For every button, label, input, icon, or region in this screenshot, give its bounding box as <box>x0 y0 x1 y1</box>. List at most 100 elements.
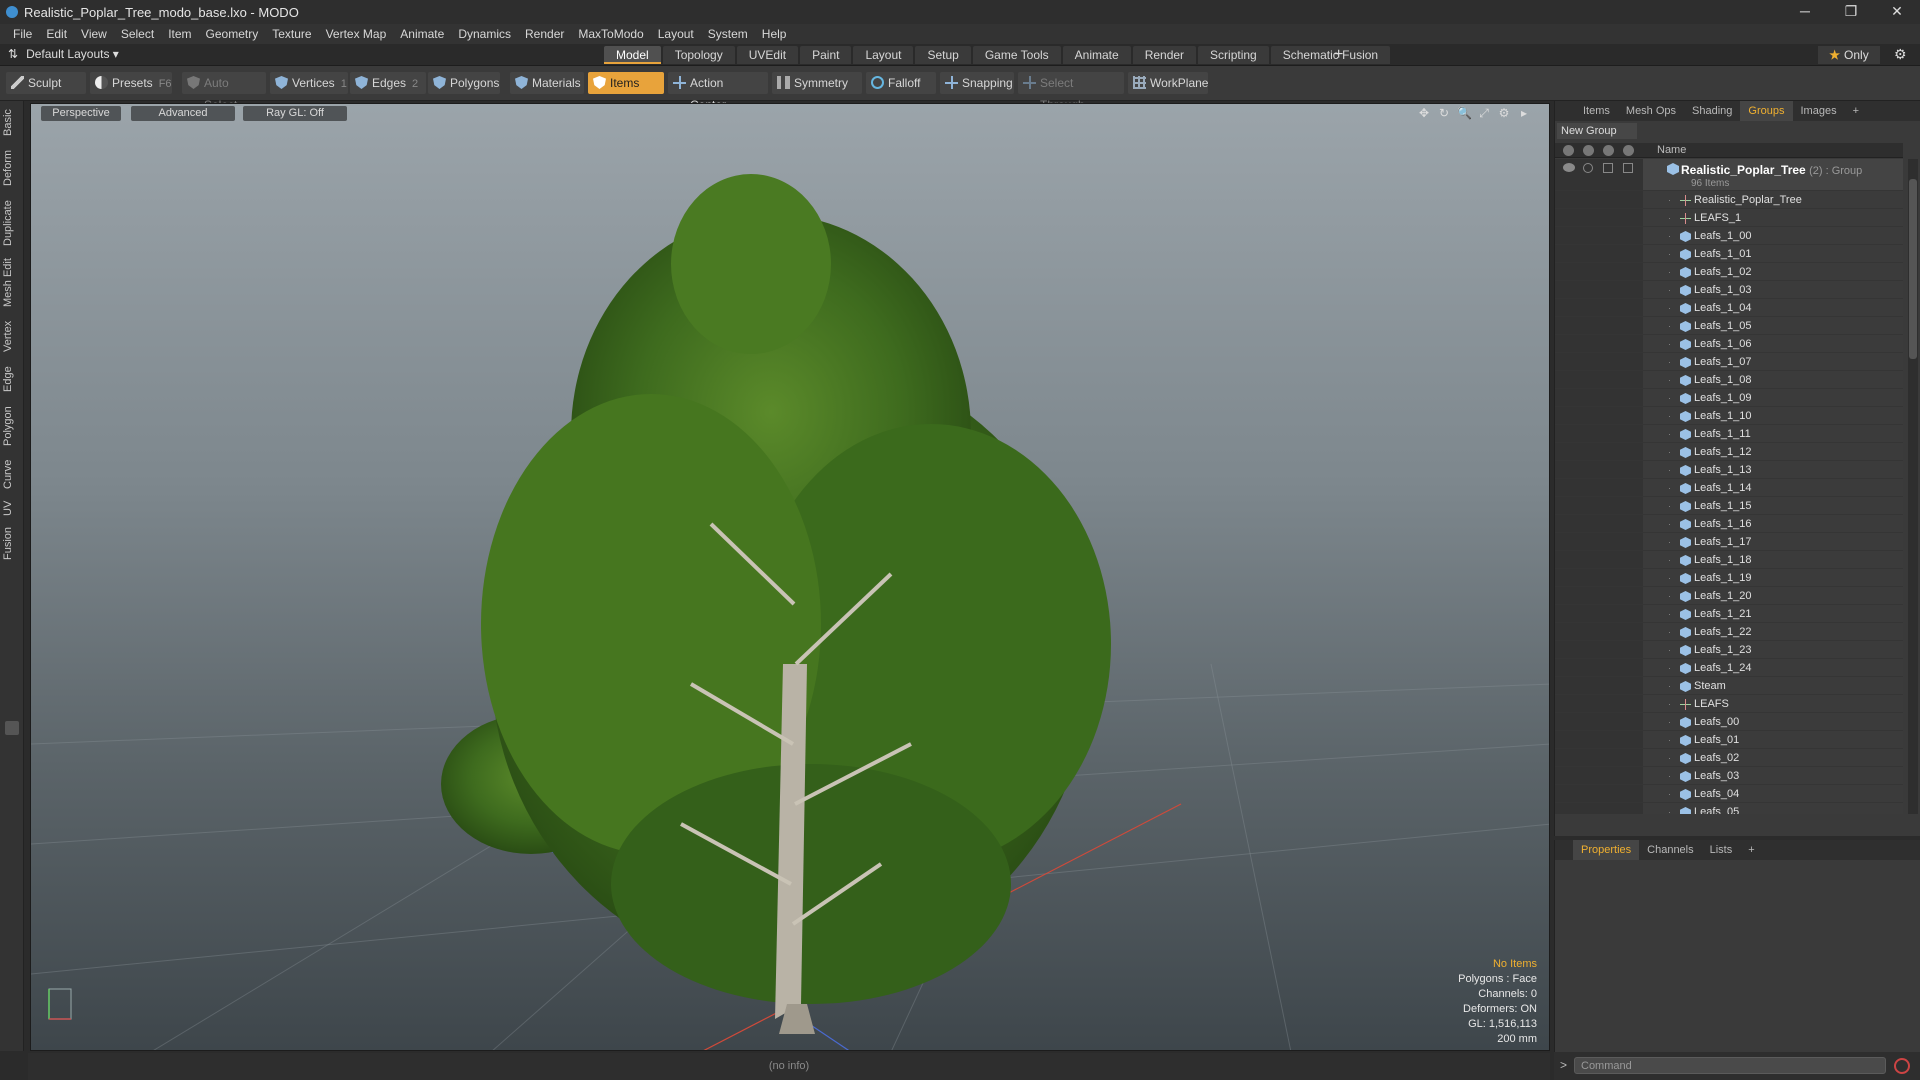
tab-curve[interactable]: Curve <box>2 455 22 493</box>
only-toggle-button[interactable]: ★ Only <box>1818 46 1880 64</box>
list-item[interactable]: · Leafs_03 <box>1555 767 1903 785</box>
groups-tree-list[interactable]: Realistic_Poplar_Tree (2) : Group 96 Ite… <box>1555 159 1903 814</box>
list-item[interactable]: · Leafs_1_24 <box>1555 659 1903 677</box>
view-mode-button[interactable]: Perspective <box>41 106 121 121</box>
tab-schematic-fusion[interactable]: Schematic Fusion <box>1270 46 1391 64</box>
menu-texture[interactable]: Texture <box>265 27 318 41</box>
layout-dropdown[interactable]: ⇅ Default Layouts ▾ <box>8 47 119 61</box>
tab-groups[interactable]: Groups <box>1740 101 1793 121</box>
menu-item[interactable]: Item <box>161 27 198 41</box>
tab-topology[interactable]: Topology <box>662 46 735 64</box>
list-item[interactable]: · Leafs_1_02 <box>1555 263 1903 281</box>
menu-system[interactable]: System <box>701 27 755 41</box>
lock-checkbox[interactable] <box>1603 163 1613 173</box>
list-item[interactable]: · Leafs_1_00 <box>1555 227 1903 245</box>
polygons-button[interactable]: Polygons <box>428 72 500 94</box>
tab-scripting[interactable]: Scripting <box>1198 46 1269 64</box>
tab-channels[interactable]: Channels <box>1639 840 1701 860</box>
menu-animate[interactable]: Animate <box>393 27 451 41</box>
auto-select-button[interactable]: Auto Select <box>182 72 266 112</box>
list-item[interactable]: · Leafs_1_05 <box>1555 317 1903 335</box>
vertices-button[interactable]: Vertices 1 <box>270 72 348 94</box>
list-item[interactable]: · Leafs_1_16 <box>1555 515 1903 533</box>
list-item[interactable]: · Leafs_1_03 <box>1555 281 1903 299</box>
add-panel-tab-icon[interactable]: + <box>1845 101 1867 121</box>
tab-fusion[interactable]: Fusion <box>2 523 22 563</box>
viewport-expand-icon[interactable]: ▸ <box>1517 106 1531 120</box>
list-item[interactable]: · Leafs_1_23 <box>1555 641 1903 659</box>
list-item[interactable]: · Leafs_1_12 <box>1555 443 1903 461</box>
raygl-button[interactable]: Ray GL: Off <box>243 106 347 121</box>
tab-items[interactable]: Items <box>1575 101 1618 121</box>
list-item[interactable]: · Realistic_Poplar_Tree <box>1555 191 1903 209</box>
menu-render[interactable]: Render <box>518 27 571 41</box>
shading-mode-button[interactable]: Advanced <box>131 106 235 121</box>
stop-command-icon[interactable] <box>1894 1058 1910 1074</box>
snapping-button[interactable]: Snapping <box>940 72 1014 94</box>
list-item[interactable]: · Leafs_1_11 <box>1555 425 1903 443</box>
select-column-icon[interactable] <box>1623 145 1634 156</box>
command-input[interactable] <box>1574 1057 1886 1074</box>
rotate-icon[interactable]: ↻ <box>1437 106 1451 120</box>
list-item[interactable]: · Leafs_00 <box>1555 713 1903 731</box>
tab-polygon[interactable]: Polygon <box>2 401 22 451</box>
render-column-icon[interactable] <box>1583 145 1594 156</box>
viewport-settings-icon[interactable]: ⚙ <box>1497 106 1511 120</box>
tab-uv[interactable]: UV <box>2 497 22 519</box>
list-item[interactable]: · Leafs_1_09 <box>1555 389 1903 407</box>
eye-icon[interactable] <box>1563 163 1575 172</box>
list-item[interactable]: · Leafs_1_20 <box>1555 587 1903 605</box>
select-through-button[interactable]: Select Through <box>1018 72 1124 112</box>
menu-geometry[interactable]: Geometry <box>199 27 266 41</box>
menu-vertex-map[interactable]: Vertex Map <box>319 27 394 41</box>
render-toggle-icon[interactable] <box>1583 163 1593 173</box>
list-item[interactable]: · Leafs_1_04 <box>1555 299 1903 317</box>
visibility-column-icon[interactable] <box>1563 145 1574 156</box>
list-item[interactable]: · Steam <box>1555 677 1903 695</box>
tab-game-tools[interactable]: Game Tools <box>972 46 1061 64</box>
panel-toggle-button[interactable] <box>5 721 19 735</box>
name-column-header[interactable]: Name <box>1657 144 1686 156</box>
menu-view[interactable]: View <box>74 27 114 41</box>
presets-button[interactable]: Presets F6 <box>90 72 172 94</box>
tab-vertex[interactable]: Vertex <box>2 315 22 357</box>
menu-edit[interactable]: Edit <box>39 27 74 41</box>
list-item[interactable]: · Leafs_1_17 <box>1555 533 1903 551</box>
tab-mesh-edit[interactable]: Mesh Edit <box>2 255 22 311</box>
list-item[interactable]: · Leafs_1_15 <box>1555 497 1903 515</box>
tab-duplicate[interactable]: Duplicate <box>2 195 22 251</box>
tab-uvedit[interactable]: UVEdit <box>736 46 799 64</box>
items-button[interactable]: Items <box>588 72 664 94</box>
tab-shading[interactable]: Shading <box>1684 101 1740 121</box>
list-item[interactable]: · Leafs_1_07 <box>1555 353 1903 371</box>
list-item[interactable]: · Leafs_1_13 <box>1555 461 1903 479</box>
list-item[interactable]: · LEAFS_1 <box>1555 209 1903 227</box>
list-item[interactable]: · Leafs_1_21 <box>1555 605 1903 623</box>
menu-file[interactable]: File <box>6 27 39 41</box>
add-properties-tab-icon[interactable]: + <box>1740 840 1762 860</box>
list-item[interactable]: · Leafs_1_14 <box>1555 479 1903 497</box>
group-row[interactable]: Realistic_Poplar_Tree (2) : Group 96 Ite… <box>1555 159 1903 191</box>
tab-edge[interactable]: Edge <box>2 361 22 397</box>
3d-viewport[interactable]: Perspective Advanced Ray GL: Off ✥ ↻ 🔍 ⤢… <box>30 103 1550 1051</box>
tab-paint[interactable]: Paint <box>800 46 852 64</box>
tab-basic[interactable]: Basic <box>2 105 22 141</box>
list-item[interactable]: · Leafs_1_18 <box>1555 551 1903 569</box>
menu-help[interactable]: Help <box>755 27 794 41</box>
zoom-icon[interactable]: 🔍 <box>1457 106 1472 120</box>
gear-icon[interactable]: ⚙ <box>1894 46 1907 63</box>
action-center-button[interactable]: Action Center <box>668 72 768 112</box>
minimize-button[interactable]: ─ <box>1782 0 1828 24</box>
menu-maxtomodo[interactable]: MaxToModo <box>571 27 650 41</box>
tab-images[interactable]: Images <box>1793 101 1845 121</box>
list-item[interactable]: · LEAFS <box>1555 695 1903 713</box>
tab-render[interactable]: Render <box>1132 46 1197 64</box>
menu-select[interactable]: Select <box>114 27 161 41</box>
materials-button[interactable]: Materials <box>510 72 584 94</box>
tab-lists[interactable]: Lists <box>1702 840 1741 860</box>
list-item[interactable]: · Leafs_1_01 <box>1555 245 1903 263</box>
close-button[interactable]: ✕ <box>1874 0 1920 24</box>
new-group-button[interactable]: New Group <box>1557 123 1637 139</box>
symmetry-button[interactable]: Symmetry <box>772 72 862 94</box>
lock-column-icon[interactable] <box>1603 145 1614 156</box>
